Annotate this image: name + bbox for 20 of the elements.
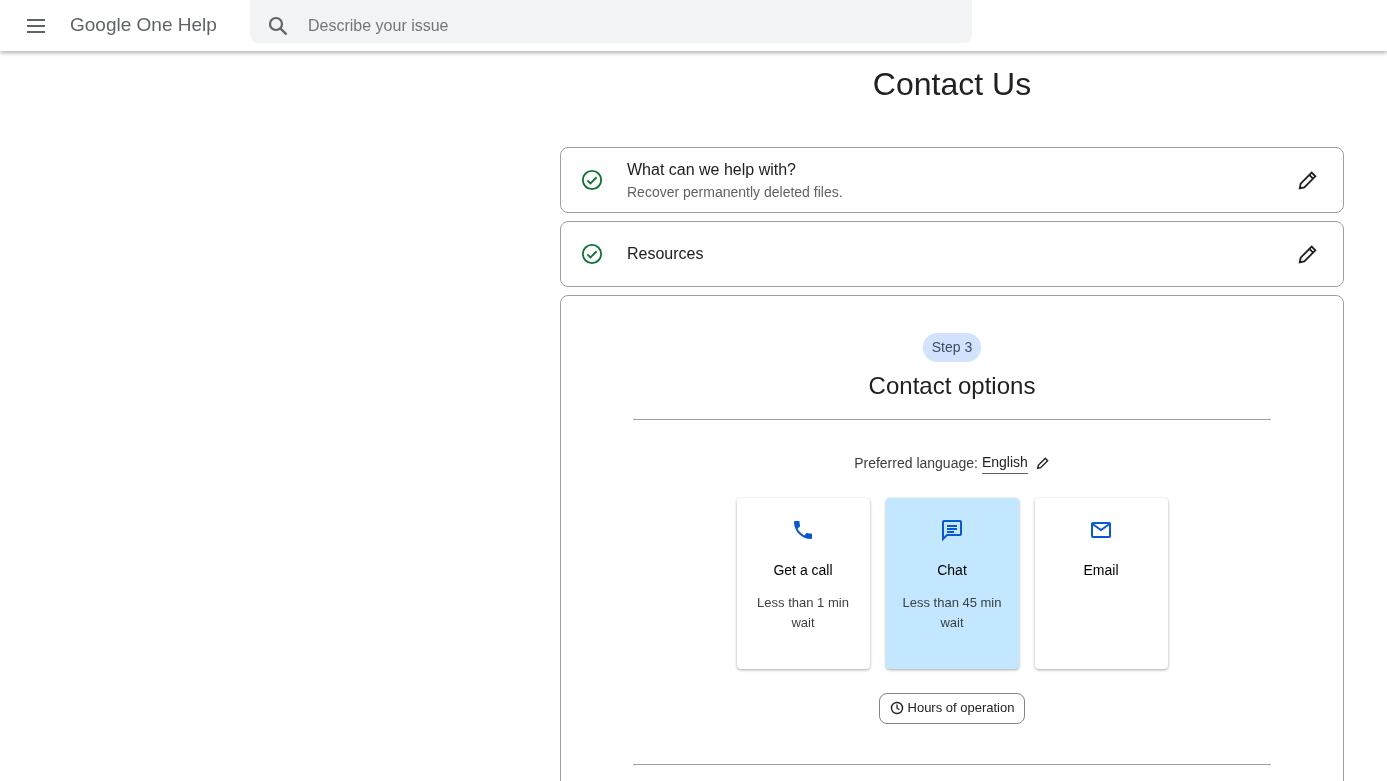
step-title: What can we help with? [627,159,797,180]
step-summary: Recover permanently deleted files. [627,182,844,202]
search-input[interactable]: Describe your issue [306,12,972,39]
hours-button[interactable]: Hours of operation [878,693,1026,724]
contact-option[interactable]: Get a call Less than 1 min wait [736,498,870,670]
app-title[interactable]: Google One Help [70,11,250,40]
page-title: Contact Us [871,65,1033,104]
chat-icon [940,518,964,543]
clock-icon [889,700,904,715]
edit-icon[interactable] [1297,243,1319,266]
edit-icon[interactable] [1035,456,1050,471]
contact-option[interactable]: Chat Less than 45 min wait [885,498,1019,670]
step-badge: Step 3 [922,333,982,363]
search-field[interactable]: Describe your issue [250,0,972,43]
language-link[interactable]: English [981,452,1028,475]
section-title: Contact options [868,372,1036,402]
language-label: Preferred language: [854,453,978,473]
edit-icon[interactable] [1297,169,1319,192]
step-title: Resources [627,244,705,265]
contact-option[interactable]: Email [1034,498,1168,670]
